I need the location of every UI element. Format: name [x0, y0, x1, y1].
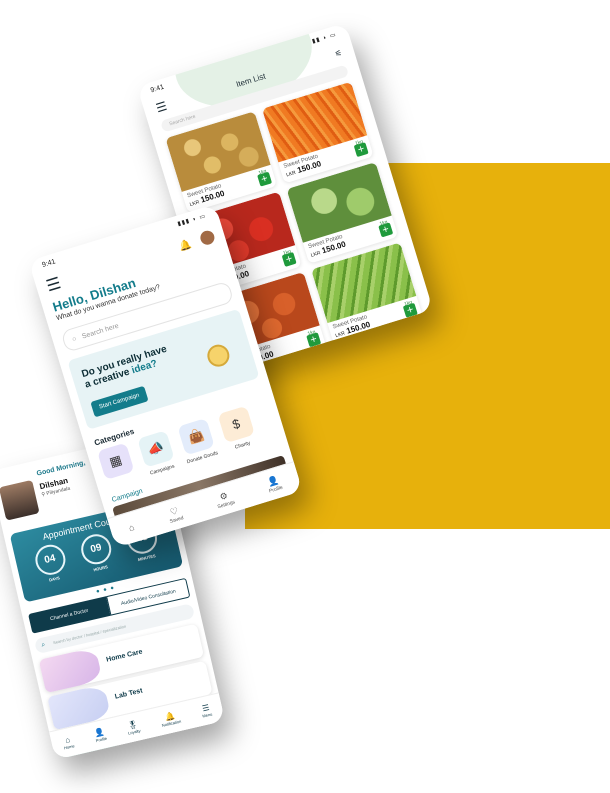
nav-tab-home[interactable]: ⌂ — [127, 522, 135, 533]
category-item[interactable]: 📣 Campaigns — [135, 430, 179, 478]
hamburger-menu-icon[interactable]: ☰ — [154, 99, 168, 116]
price-currency: LKR — [285, 169, 297, 179]
add-to-cart-button[interactable]: + — [281, 251, 297, 267]
countdown-unit: DAYS — [48, 575, 61, 583]
search-icon: ○ — [71, 335, 78, 344]
add-to-cart-button[interactable]: + — [353, 142, 369, 158]
countdown-value: 09 — [89, 542, 103, 556]
price-currency: LKR — [310, 250, 322, 259]
countdown-unit: MINUTES — [137, 553, 157, 563]
nav-tab-settings[interactable]: ⚙ Settings — [214, 488, 236, 510]
add-to-cart-button[interactable]: + — [378, 222, 394, 238]
avatar[interactable] — [198, 228, 217, 247]
countdown-unit: HOURS — [92, 564, 109, 573]
filter-icon[interactable]: ⚟ — [334, 48, 343, 59]
nav-tab-saved[interactable]: ♡ Saved — [166, 504, 185, 525]
start-campaign-button[interactable]: Start Campaign — [90, 385, 149, 418]
search-icon: ⌕ — [40, 641, 47, 649]
service-label: Home Care — [105, 648, 144, 664]
coin-icon: $ — [217, 405, 255, 444]
search-placeholder: Search here — [81, 322, 120, 341]
category-item[interactable]: 👜 Donate Goods — [175, 417, 219, 465]
home-icon: ⌂ — [127, 522, 136, 534]
countdown-ring: 04 DAYS — [32, 541, 69, 583]
nav-tab-label: Menu — [201, 711, 213, 719]
nav-tab-home[interactable]: ⌂ Home — [61, 734, 75, 750]
price-currency: LKR — [189, 199, 201, 208]
nav-tab-label: Profile — [95, 735, 108, 744]
nav-tab-notification[interactable]: 🔔 Notification — [159, 710, 181, 728]
countdown-ring: 09 HOURS — [78, 531, 115, 572]
grid-icon: ▦ — [97, 442, 135, 480]
status-time: 9:41 — [149, 83, 165, 94]
clock-illustration-icon — [204, 341, 233, 370]
nav-tab-profile[interactable]: 👤 Profile — [93, 727, 108, 744]
add-to-cart-button[interactable]: + — [257, 171, 273, 187]
nav-tab-label: Home — [63, 743, 76, 751]
megaphone-icon: 📣 — [137, 430, 175, 468]
category-item[interactable]: ▦ — [95, 442, 139, 490]
service-label: Lab Test — [114, 687, 144, 701]
nav-tab-profile[interactable]: 👤 Profile — [265, 474, 283, 494]
greeting-text: Good Morning, — [36, 459, 87, 478]
page-title: Item List — [234, 71, 267, 89]
nav-tab-menu[interactable]: ☰ Menu — [200, 703, 213, 719]
countdown-value: 04 — [43, 552, 57, 567]
bell-icon[interactable]: 🔔 — [178, 239, 193, 253]
nav-tab-loyalty[interactable]: 🎖 Loyalty — [126, 719, 141, 735]
category-item[interactable]: $ Charity — [216, 405, 260, 453]
status-time: 9:41 — [41, 257, 57, 269]
user-photo[interactable] — [0, 479, 40, 521]
hamburger-menu-icon[interactable]: ☰ — [44, 273, 64, 296]
bag-icon: 👜 — [177, 417, 215, 456]
banner-headline: Do you really have a creative idea? — [80, 343, 172, 391]
